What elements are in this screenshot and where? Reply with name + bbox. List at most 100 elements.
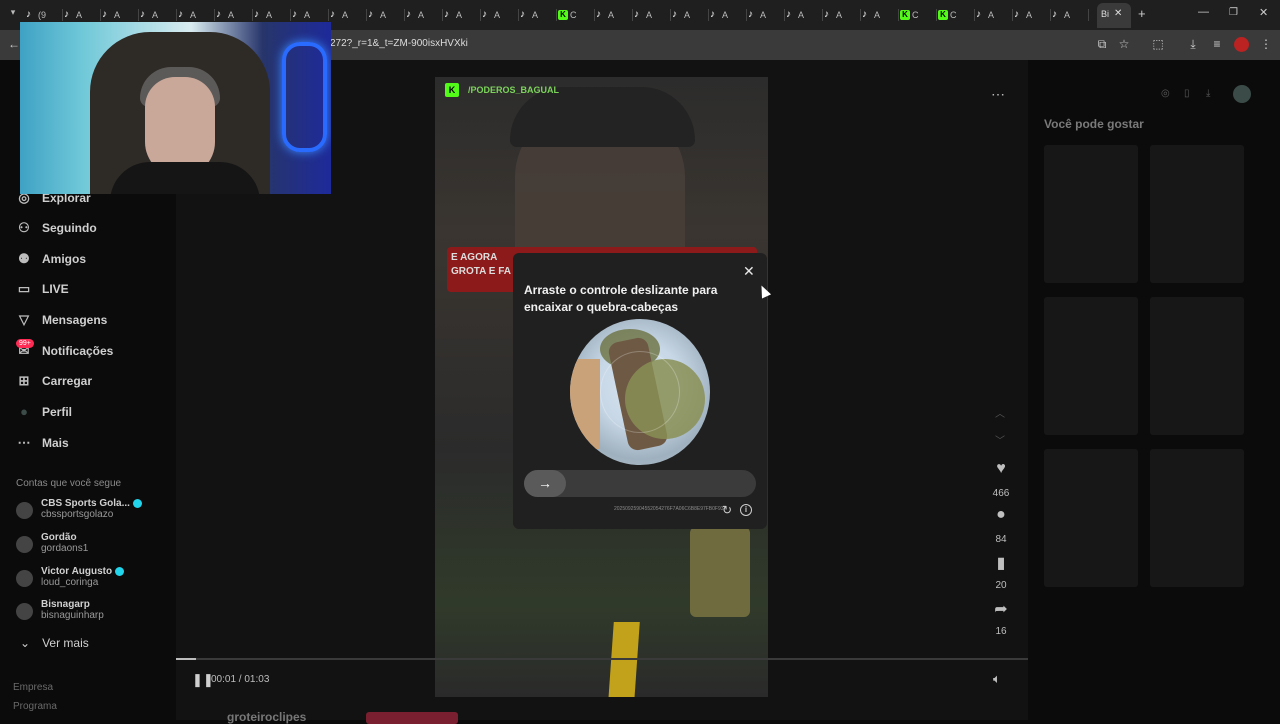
tab-search-button[interactable]: ▾ [6,7,20,21]
volume-icon[interactable]: 🔈︎ [993,671,1001,687]
minimize-button[interactable]: — [1198,6,1209,18]
tiktok-favicon-icon: ♪ [254,9,259,20]
browser-tab[interactable]: ♪ A [710,6,747,24]
tiktok-favicon-icon: ♪ [786,9,791,20]
restore-button[interactable]: ❐ [1229,7,1238,18]
sidebar-item-mensagens[interactable]: ▽ Mensagens [16,311,107,329]
browser-tab[interactable]: ♪ A [596,6,633,24]
sidebar-item-label: LIVE [42,282,69,296]
profile-avatar: ● [20,404,28,419]
phone-icon[interactable]: ▯ [1184,88,1190,99]
captcha-slider-handle[interactable]: → [524,470,566,497]
comment-icon: ● [996,506,1006,523]
comment-count: 84 [995,534,1007,545]
tiktok-favicon-icon: ♪ [824,9,829,20]
sidebar-item-amigos[interactable]: ⚉ Amigos [16,250,86,268]
creator-name[interactable]: groteiroclipes [227,710,306,724]
tiktok-favicon-icon: ♪ [216,9,221,20]
browser-tab[interactable]: ♪ A [330,6,367,24]
info-icon[interactable]: i [740,504,752,516]
sidebar-item-seguindo[interactable]: ⚇ Seguindo [16,219,97,237]
browser-tab[interactable]: ♪ A [444,6,481,24]
extensions-icon[interactable]: ⬚ [1150,36,1166,52]
heart-icon: ♥ [996,460,1006,477]
recommendation-thumbnail[interactable] [1044,145,1138,283]
browser-tab[interactable]: ♪ A [406,6,443,24]
tab-separator [594,9,595,21]
tab-label: A [1064,10,1071,20]
browser-tab[interactable]: ♪ A [1052,6,1089,24]
browser-tab[interactable]: ♪ A [976,6,1013,24]
tab-separator [100,9,101,21]
footer-link[interactable]: Empresa [13,682,53,693]
tiktok-favicon-icon: ♪ [178,9,183,20]
tiktok-favicon-icon: ♪ [596,9,601,20]
save-button[interactable]: ▮ [990,553,1012,573]
browser-tab[interactable]: KC [900,6,937,24]
sidebar-item-perfil[interactable]: ● Perfil [16,403,72,421]
following-account[interactable]: Bisnagarp bisnaguinharp [16,599,104,621]
tiktok-favicon-icon: ♪ [1014,9,1019,20]
recommendation-thumbnail[interactable] [1150,145,1244,283]
tab-separator [62,9,63,21]
kick-favicon-icon: K [558,10,568,20]
following-account[interactable]: Victor Augusto loud_coringa [16,566,125,588]
sidebar-item-live[interactable]: ▭ LIVE [16,280,69,298]
sidebar-item-carregar[interactable]: ⊞ Carregar [16,372,92,390]
browser-tab[interactable]: ♪ A [862,6,899,24]
following-account[interactable]: Gordão gordaons1 [16,532,88,554]
menu-dots-icon[interactable]: ⋮ [1258,36,1274,52]
address-bar[interactable]: 272?_r=1&_t=ZM-900isxHVXki [330,38,468,49]
browser-tab[interactable]: KC [938,6,975,24]
browser-tab[interactable]: ♪ A [672,6,709,24]
bookmark-star-icon[interactable]: ☆ [1116,36,1132,52]
following-account[interactable]: CBS Sports Gola... cbssportsgolazo [16,498,142,520]
recommendation-thumbnail[interactable] [1044,449,1138,587]
browser-tab[interactable]: KC [558,6,595,24]
tab-label: A [152,10,159,20]
install-app-icon[interactable]: ⧉ [1094,36,1110,52]
more-options-icon[interactable]: ⋯ [991,86,1006,103]
refresh-icon[interactable]: ↻ [722,503,732,517]
media-control-icon[interactable]: ≡ [1209,36,1225,52]
browser-tab[interactable]: ♪ A [482,6,519,24]
recommendation-thumbnail[interactable] [1150,297,1244,435]
profile-avatar[interactable] [1234,37,1249,52]
share-icon: ➦ [994,601,1008,618]
progress-track[interactable] [176,658,1028,660]
kick-favicon-icon: K [900,10,910,20]
tab-label: A [190,10,197,20]
chevron-up-icon[interactable]: ︿ [995,405,1005,420]
tab-separator [328,9,329,21]
friends-icon: ⚉ [18,251,30,266]
new-tab-button[interactable]: + [1138,6,1146,21]
browser-tab[interactable]: ♪ A [824,6,861,24]
chevron-down-icon[interactable]: ﹀ [995,432,1005,447]
download-icon[interactable]: ⤓ [1185,36,1201,52]
user-avatar[interactable] [1233,85,1251,103]
account-text: Gordão gordaons1 [41,532,88,554]
browser-tab[interactable]: ♪ A [786,6,823,24]
captcha-puzzle-image [570,319,710,465]
browser-tab[interactable]: ♪ A [748,6,785,24]
follow-button[interactable] [366,712,458,724]
browser-tab[interactable]: ♪ A [1014,6,1051,24]
browser-tab[interactable]: ♪ A [520,6,557,24]
sidebar-item-mais[interactable]: ⋯ Mais [16,434,69,452]
like-button[interactable]: ♥ [990,460,1012,478]
comment-button[interactable]: ● [990,506,1012,524]
window-close-button[interactable]: ✕ [1259,6,1268,19]
footer-link[interactable]: Programa [13,701,57,712]
close-tab-icon[interactable]: ✕ [1114,8,1122,19]
compass-icon[interactable]: ◎ [1161,88,1170,99]
browser-tab[interactable]: ♪ A [368,6,405,24]
download-icon[interactable]: ⤓ [1206,88,1210,99]
recommendation-thumbnail[interactable] [1150,449,1244,587]
tiktok-favicon-icon: ♪ [26,9,31,20]
recommendation-thumbnail[interactable] [1044,297,1138,435]
browser-tab[interactable]: ♪ A [634,6,671,24]
tab-separator [1050,9,1051,21]
close-icon[interactable]: ✕ [743,263,755,280]
see-more-button[interactable]: ⌄ Ver mais [20,636,89,650]
share-button[interactable]: ➦ [990,599,1012,619]
